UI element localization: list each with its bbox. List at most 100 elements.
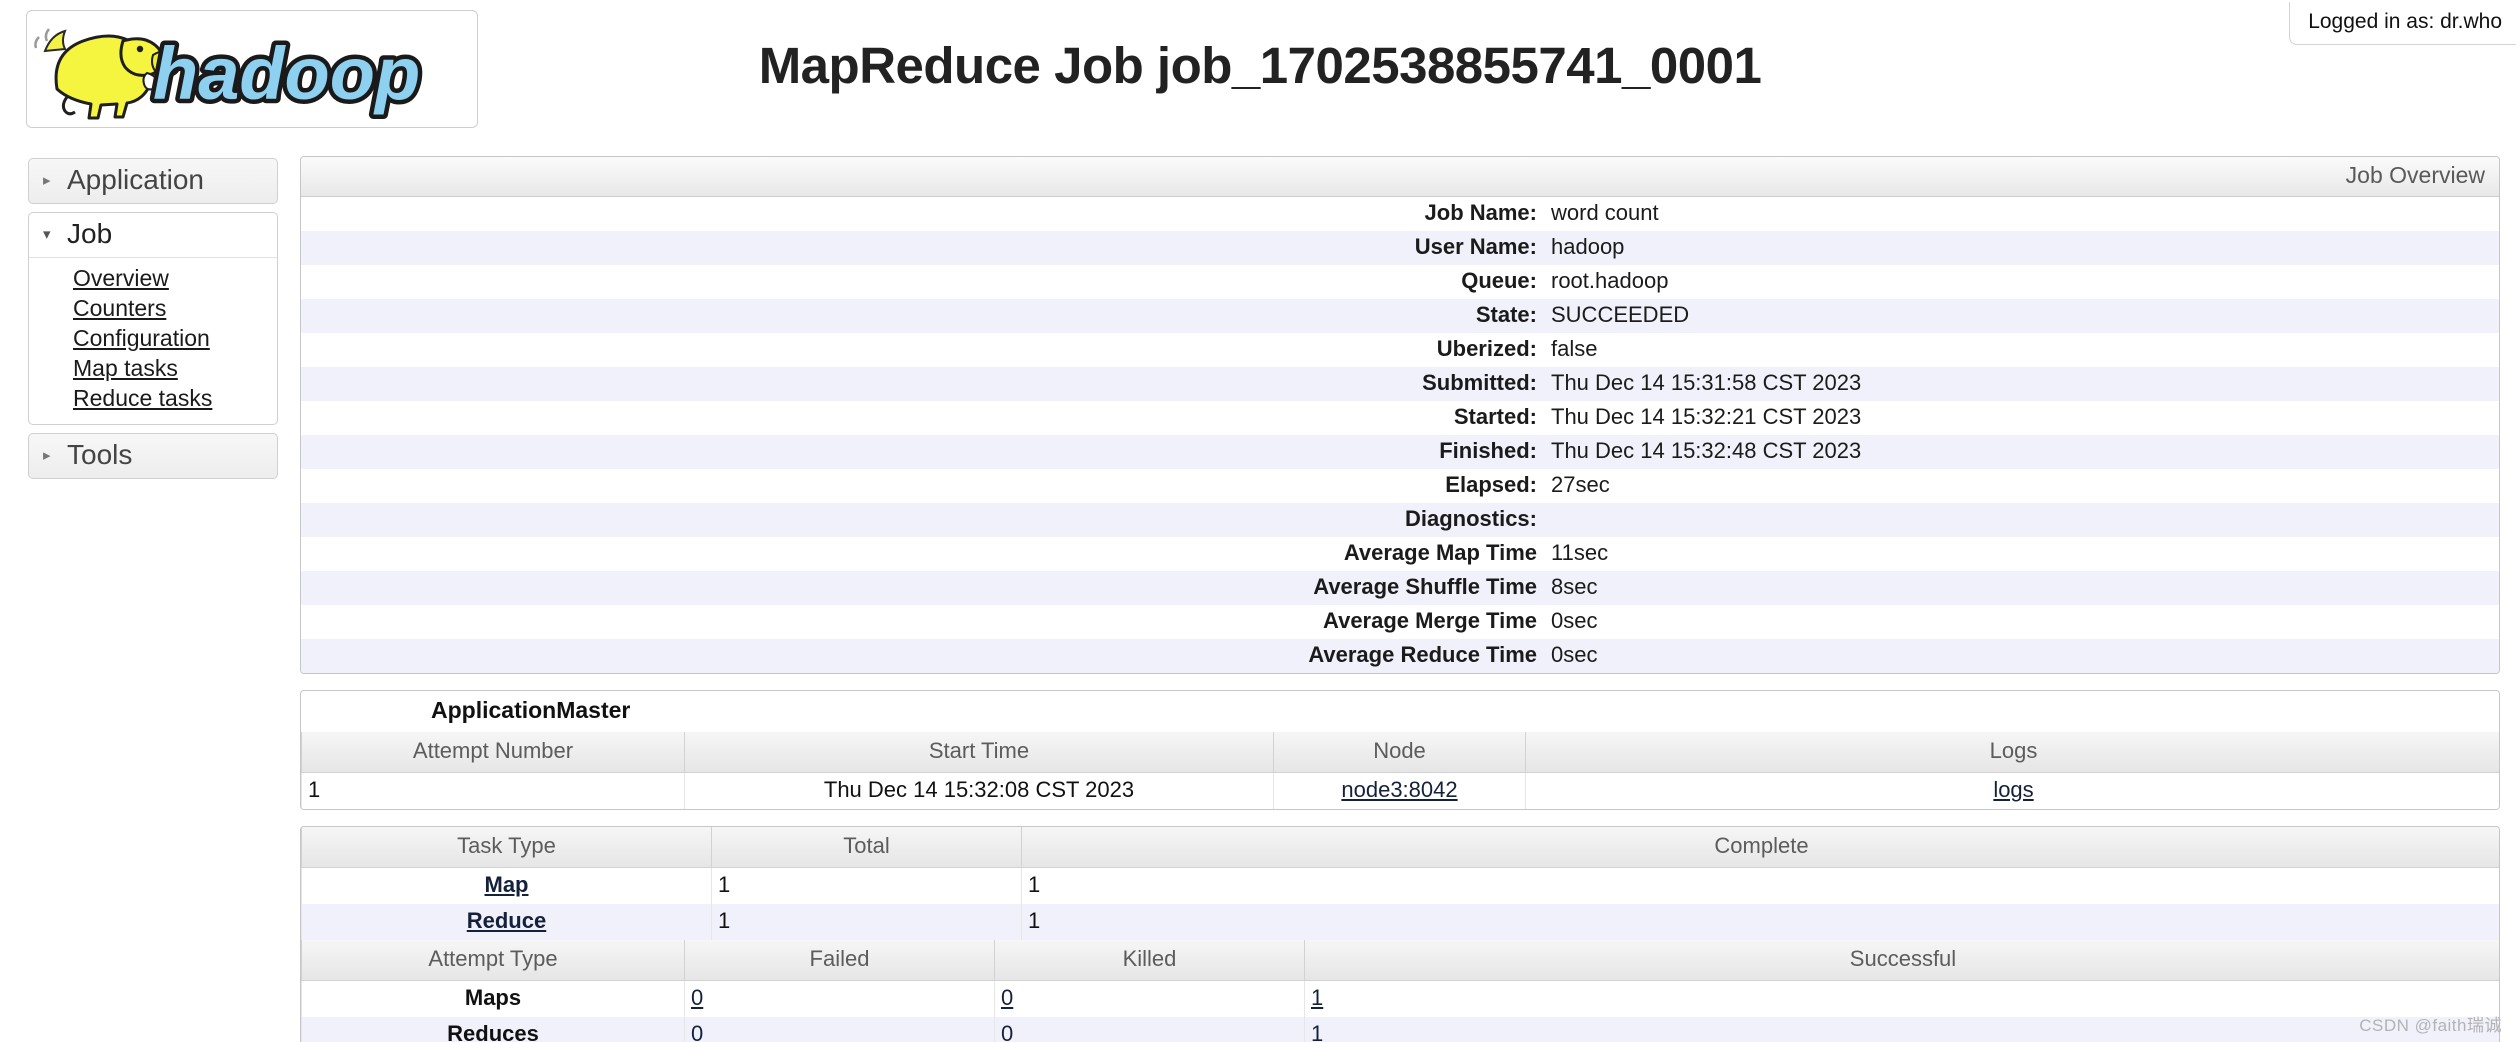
column-logs: Logs: [1525, 732, 2499, 773]
attempt-maps-killed-link[interactable]: 0: [1001, 985, 1013, 1010]
column-attempt-number: Attempt Number: [301, 732, 685, 773]
attempt-maps-successful-cell: 1: [1304, 980, 2499, 1017]
state-label: State:: [1475, 302, 1537, 327]
job-overview-title: Job Overview: [301, 157, 2499, 197]
average-reduce-time-value: 0sec: [1551, 642, 1598, 667]
am-logs-link[interactable]: logs: [1993, 777, 2033, 802]
started-value: Thu Dec 14 15:32:21 CST 2023: [1551, 404, 1862, 429]
page-title: MapReduce Job job_1702538855741_0001: [758, 37, 1762, 94]
submitted-label: Submitted:: [1422, 370, 1537, 395]
sidebar-section-tools-head[interactable]: ▸ Tools: [29, 434, 277, 478]
table-row: Reduce 1 1: [301, 904, 2499, 940]
diagnostics-value: [1551, 503, 2499, 537]
task-type-reduce-cell: Reduce: [301, 904, 712, 940]
sidebar-item-counters[interactable]: Counters: [29, 294, 277, 324]
sidebar-section-application[interactable]: ▸ Application: [28, 158, 278, 204]
average-map-time-label: Average Map Time: [1343, 540, 1537, 565]
table-header-row: Attempt Number Start Time Node Logs: [301, 732, 2499, 773]
job-name-label: Job Name:: [1424, 200, 1537, 225]
job-overview-panel: Job Overview Job Name: word count User N…: [300, 156, 2500, 674]
column-node: Node: [1273, 732, 1526, 773]
table-header-row: Task Type Total Complete: [301, 827, 2499, 868]
application-master-table: Attempt Number Start Time Node Logs 1 Th…: [301, 732, 2499, 809]
table-row: 1 Thu Dec 14 15:32:08 CST 2023 node3:804…: [301, 772, 2499, 809]
submitted-value: Thu Dec 14 15:31:58 CST 2023: [1551, 370, 1862, 395]
state-value: SUCCEEDED: [1551, 302, 1690, 327]
uberized-value: false: [1551, 336, 1598, 361]
finished-label: Finished:: [1439, 438, 1537, 463]
column-attempt-type: Attempt Type: [301, 940, 685, 981]
column-task-type: Task Type: [301, 827, 712, 868]
chevron-right-icon: ▸: [43, 446, 51, 464]
started-label: Started:: [1453, 404, 1537, 429]
attempt-maps-failed-link[interactable]: 0: [691, 985, 703, 1010]
task-type-table: Task Type Total Complete Map 1 1 Reduce …: [301, 827, 2499, 940]
job-overview-table: Job Name: word count User Name: hadoop Q…: [301, 197, 2499, 673]
sidebar-section-job[interactable]: ▾ Job Overview Counters Configuration Ma…: [28, 212, 278, 425]
table-header-row: Attempt Type Failed Killed Successful: [301, 940, 2499, 981]
attempt-reduces-killed-link[interactable]: 0: [1001, 1021, 1013, 1042]
column-killed: Killed: [994, 940, 1305, 981]
attempt-reduces-label: Reduces: [301, 1017, 685, 1042]
table-row: Job Name: word count: [301, 197, 2499, 231]
watermark: CSDN @faith瑞诚: [2359, 1016, 2502, 1035]
column-complete: Complete: [1021, 827, 2499, 868]
chevron-down-icon: ▾: [43, 225, 51, 243]
table-row: Map 1 1: [301, 867, 2499, 904]
table-row: State: SUCCEEDED: [301, 299, 2499, 333]
sidebar-section-application-label: Application: [67, 164, 204, 195]
table-row: Average Merge Time 0sec: [301, 605, 2499, 639]
sidebar-section-application-head[interactable]: ▸ Application: [29, 159, 277, 203]
sidebar-item-configuration[interactable]: Configuration: [29, 324, 277, 354]
sidebar-item-reduce-tasks[interactable]: Reduce tasks: [29, 384, 277, 414]
elapsed-value: 27sec: [1551, 472, 1610, 497]
attempt-maps-label: Maps: [301, 980, 685, 1017]
sidebar-item-overview[interactable]: Overview: [29, 264, 277, 294]
sidebar-section-job-label: Job: [67, 218, 113, 249]
attempt-maps-failed-cell: 0: [684, 980, 995, 1017]
logged-in-user: Logged in as: dr.who: [2289, 2, 2516, 45]
user-name-value: hadoop: [1551, 234, 1625, 259]
table-row: Started: Thu Dec 14 15:32:21 CST 2023: [301, 401, 2499, 435]
diagnostics-label: Diagnostics:: [1404, 506, 1537, 531]
table-row: Average Shuffle Time 8sec: [301, 571, 2499, 605]
task-type-reduce-link[interactable]: Reduce: [467, 908, 546, 933]
sidebar-section-job-head[interactable]: ▾ Job: [29, 213, 277, 258]
finished-value: Thu Dec 14 15:32:48 CST 2023: [1551, 438, 1862, 463]
table-row: Diagnostics:: [301, 503, 2499, 537]
table-row: Submitted: Thu Dec 14 15:31:58 CST 2023: [301, 367, 2499, 401]
sidebar-section-tools[interactable]: ▸ Tools: [28, 433, 278, 479]
task-type-map-link[interactable]: Map: [485, 872, 529, 897]
attempt-reduces-failed-link[interactable]: 0: [691, 1021, 703, 1042]
queue-value: root.hadoop: [1551, 268, 1669, 293]
attempt-reduces-successful-link[interactable]: 1: [1311, 1021, 1323, 1042]
user-name-label: User Name:: [1414, 234, 1537, 259]
attempt-maps-successful-link[interactable]: 1: [1311, 985, 1323, 1010]
task-reduce-complete: 1: [1021, 904, 2499, 940]
am-logs-cell: logs: [1525, 772, 2499, 809]
task-summary-panel: Task Type Total Complete Map 1 1 Reduce …: [300, 826, 2500, 1042]
table-row: Average Map Time 11sec: [301, 537, 2499, 571]
am-node-cell: node3:8042: [1273, 772, 1526, 809]
attempt-type-table: Attempt Type Failed Killed Successful Ma…: [301, 940, 2499, 1042]
column-successful: Successful: [1304, 940, 2499, 981]
attempt-reduces-killed-cell: 0: [994, 1017, 1305, 1042]
column-start-time: Start Time: [684, 732, 1274, 773]
elapsed-label: Elapsed:: [1445, 472, 1537, 497]
uberized-label: Uberized:: [1436, 336, 1537, 361]
attempt-reduces-failed-cell: 0: [684, 1017, 995, 1042]
table-row: Reduces 0 0 1: [301, 1017, 2499, 1042]
average-merge-time-label: Average Merge Time: [1323, 608, 1537, 633]
job-name-value: word count: [1551, 200, 1659, 225]
table-row: Uberized: false: [301, 333, 2499, 367]
average-merge-time-value: 0sec: [1551, 608, 1598, 633]
average-shuffle-time-label: Average Shuffle Time: [1313, 574, 1537, 599]
sidebar-job-links: Overview Counters Configuration Map task…: [29, 258, 277, 424]
average-map-time-value: 11sec: [1551, 540, 1609, 565]
table-row: Maps 0 0 1: [301, 980, 2499, 1017]
page-header: hadoop hadoop MapReduce Job job_17025388…: [0, 0, 2520, 148]
am-node-link[interactable]: node3:8042: [1341, 777, 1457, 802]
task-map-complete: 1: [1021, 867, 2499, 904]
sidebar-item-map-tasks[interactable]: Map tasks: [29, 354, 277, 384]
table-row: User Name: hadoop: [301, 231, 2499, 265]
